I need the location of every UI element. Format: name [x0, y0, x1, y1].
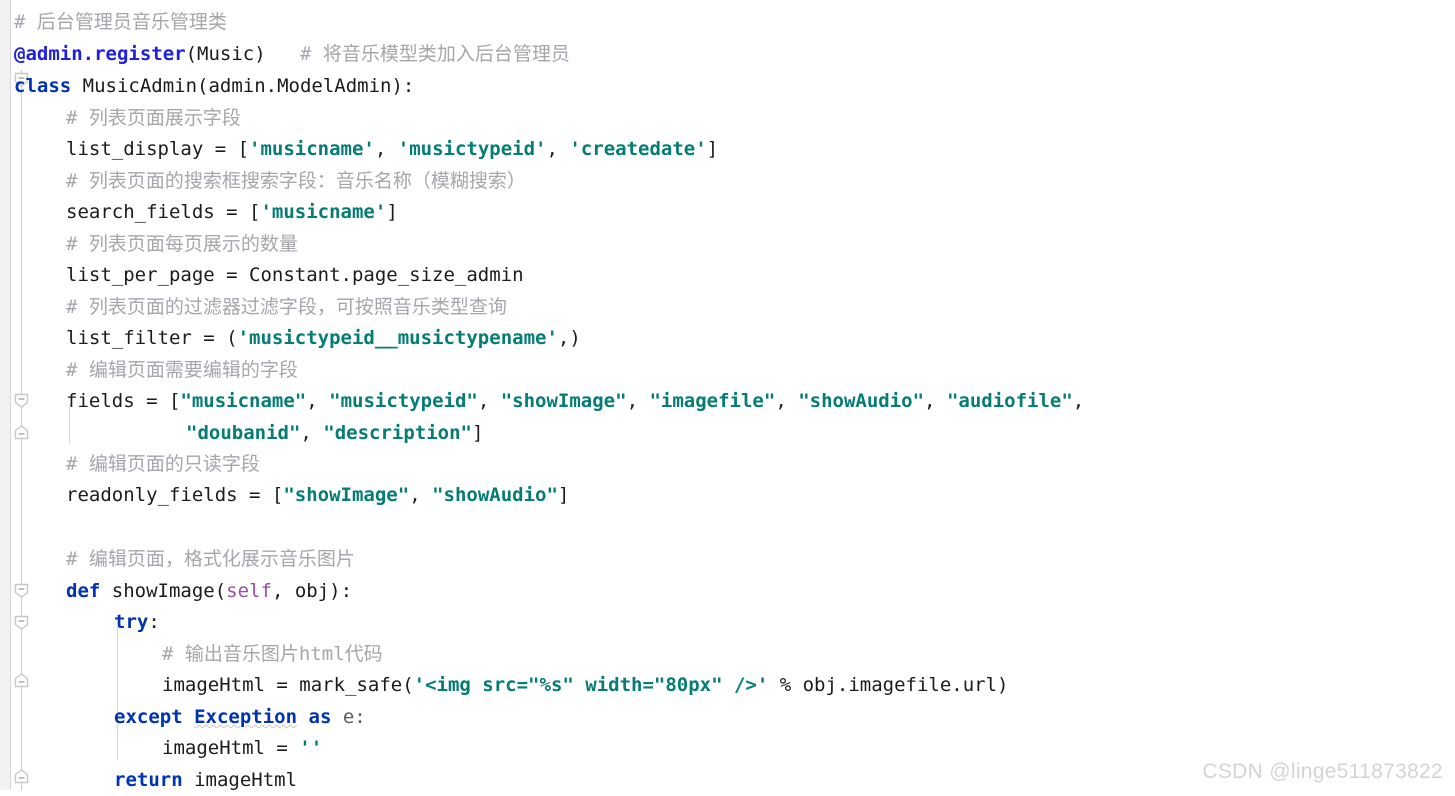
- code-line[interactable]: return imageHtml: [0, 764, 297, 796]
- code-token-plain: ,: [409, 484, 433, 506]
- code-token-plain: ,: [626, 390, 650, 412]
- code-line[interactable]: imageHtml = '': [0, 732, 322, 764]
- code-token-plain: , obj):: [271, 580, 353, 602]
- code-token-plain: ]: [557, 484, 570, 506]
- code-line[interactable]: try:: [0, 606, 160, 638]
- code-line[interactable]: list_filter = ('musictypeid__musictypena…: [0, 322, 581, 354]
- code-token-plain: ]: [386, 201, 398, 223]
- code-token-plain: ,: [300, 422, 324, 444]
- code-token-plain: MusicAdmin(admin.ModelAdmin):: [71, 75, 415, 97]
- code-token-cmt: # 列表页面的搜索框搜索字段：音乐名称（模糊搜索）: [66, 170, 526, 192]
- code-token-kw: as: [308, 706, 332, 728]
- code-token-str: "audiofile": [946, 390, 1073, 412]
- code-token-cmt: # 编辑页面需要编辑的字段: [66, 359, 298, 381]
- code-token-plain: ]: [472, 422, 484, 444]
- code-line[interactable]: except Exception as e:: [0, 701, 366, 733]
- code-token-str: 'musictypeid': [397, 138, 547, 160]
- code-line[interactable]: # 输出音乐图片html代码: [0, 638, 383, 670]
- code-token-plain: ,: [374, 138, 398, 160]
- code-token-str: "showImage": [500, 390, 627, 412]
- code-line[interactable]: # 后台管理员音乐管理类: [0, 6, 227, 38]
- code-line[interactable]: # 编辑页面的只读字段: [0, 448, 260, 480]
- code-line[interactable]: # 列表页面每页展示的数量: [0, 228, 298, 260]
- code-token-str: "description": [323, 422, 472, 444]
- code-token-str: "showAudio": [798, 390, 925, 412]
- code-token-str: 'createdate': [569, 138, 707, 160]
- code-token-cmt: # 列表页面展示字段: [66, 107, 241, 129]
- code-token-str: 'musicname': [249, 138, 375, 160]
- code-token-cmt: # 列表页面的过滤器过滤字段，可按照音乐类型查询: [66, 296, 507, 318]
- code-line[interactable]: list_display = ['musicname', 'musictypei…: [0, 133, 718, 165]
- code-token-plain: readonly_fields = [: [66, 484, 284, 506]
- code-token-plain: ,: [1072, 390, 1085, 412]
- code-token-str: "musictypeid": [329, 390, 478, 412]
- code-token-dim: e:: [331, 706, 366, 728]
- code-token-plain: imageHtml = mark_safe(: [162, 674, 414, 696]
- code-token-str: '': [299, 737, 323, 759]
- code-line[interactable]: # 列表页面展示字段: [0, 102, 241, 134]
- code-line[interactable]: def showImage(self, obj):: [0, 575, 352, 607]
- code-content[interactable]: # 后台管理员音乐管理类 @admin.register(Music) # 将音乐…: [0, 0, 1455, 791]
- code-token-plain: list_display = [: [66, 138, 250, 160]
- code-token-plain: % obj.imagefile.url): [768, 674, 1009, 696]
- code-token-str: "showAudio": [432, 484, 558, 506]
- code-token-kw: class: [14, 75, 72, 97]
- code-token-cmt: # 后台管理员音乐管理类: [14, 11, 227, 33]
- code-line[interactable]: list_per_page = Constant.page_size_admin: [0, 259, 524, 291]
- code-line[interactable]: search_fields = ['musicname']: [0, 196, 398, 228]
- code-line[interactable]: # 列表页面的过滤器过滤字段，可按照音乐类型查询: [0, 291, 507, 323]
- code-token-str: "musicname": [180, 390, 307, 412]
- code-token-plain: ]: [706, 138, 719, 160]
- code-token-kw: def: [66, 580, 101, 602]
- code-line[interactable]: @admin.register(Music) # 将音乐模型类加入后台管理员: [0, 38, 570, 70]
- code-token-strhtml: '<img src="%s" width="80px" />': [413, 674, 769, 696]
- code-token-str: "doubanid": [186, 422, 301, 444]
- code-token-str: "showImage": [283, 484, 410, 506]
- code-line[interactable]: [0, 511, 77, 543]
- csdn-watermark: CSDN @linge511873822: [1202, 760, 1443, 783]
- code-line[interactable]: readonly_fields = ["showImage", "showAud…: [0, 479, 569, 511]
- code-token-cmt: # 编辑页面，格式化展示音乐图片: [66, 548, 355, 570]
- code-token-plain: ,: [775, 390, 799, 412]
- code-token-plain: showImage(: [100, 580, 227, 602]
- code-token-plain: list_filter = (: [66, 327, 238, 349]
- code-token-kw: except: [114, 706, 183, 728]
- code-token-plain: (Music): [185, 43, 266, 65]
- code-line[interactable]: class MusicAdmin(admin.ModelAdmin):: [0, 70, 414, 102]
- code-token-cmt: # 列表页面每页展示的数量: [66, 233, 298, 255]
- code-line[interactable]: # 编辑页面，格式化展示音乐图片: [0, 543, 355, 575]
- code-line[interactable]: fields = ["musicname", "musictypeid", "s…: [0, 385, 1084, 417]
- code-token-plain: imageHtml: [182, 769, 298, 791]
- code-token-cmt: # 编辑页面的只读字段: [66, 453, 260, 475]
- code-token-err: Exception: [194, 706, 298, 728]
- code-token-deco: @admin.register: [14, 43, 186, 65]
- code-token-self: self: [226, 580, 272, 602]
- code-token-cmt: # 输出音乐图片html代码: [162, 643, 383, 665]
- code-token-cmt: # 将音乐模型类加入后台管理员: [265, 43, 570, 65]
- code-token-plain: ,: [546, 138, 570, 160]
- code-token-plain: ,): [557, 327, 581, 349]
- code-token-plain: ,: [477, 390, 501, 412]
- code-token-plain: fields = [: [66, 390, 181, 412]
- code-line[interactable]: # 列表页面的搜索框搜索字段：音乐名称（模糊搜索）: [0, 165, 526, 197]
- code-line[interactable]: "doubanid", "description"]: [0, 417, 483, 449]
- code-token-plain: search_fields = [: [66, 201, 261, 223]
- code-token-str: 'musictypeid__musictypename': [237, 327, 558, 349]
- code-token-plain: :: [148, 611, 160, 633]
- code-token-plain: ,: [306, 390, 330, 412]
- code-line[interactable]: imageHtml = mark_safe('<img src="%s" wid…: [0, 669, 1009, 701]
- code-token-plain: imageHtml =: [162, 737, 300, 759]
- code-token-str: "imagefile": [649, 390, 776, 412]
- code-editor[interactable]: # 后台管理员音乐管理类 @admin.register(Music) # 将音乐…: [0, 0, 1455, 791]
- code-token-plain: ,: [924, 390, 947, 412]
- code-token-str: 'musicname': [260, 201, 387, 223]
- code-token-kw: try: [114, 611, 149, 633]
- code-token-kw: return: [114, 769, 183, 791]
- code-token-plain: list_per_page = Constant.page_size_admin: [66, 264, 524, 286]
- code-line[interactable]: # 编辑页面需要编辑的字段: [0, 354, 298, 386]
